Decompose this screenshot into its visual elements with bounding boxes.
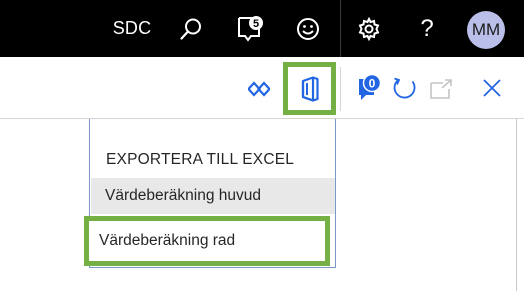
settings-button[interactable] [350, 0, 388, 57]
badge-count: 0 [369, 77, 376, 91]
content-border [516, 119, 517, 291]
top-navigation-bar: SDC 5 ? MM [0, 0, 524, 57]
menu-item-label: Värdeberäkning rad [99, 232, 236, 249]
settings-gear-icon [358, 16, 380, 41]
open-in-office-button[interactable] [283, 62, 336, 115]
menu-item-label: Värdeberäkning huvud [105, 187, 261, 204]
open-in-new-window-button[interactable] [428, 77, 454, 101]
company-selector[interactable]: SDC [104, 0, 160, 57]
actionbar-divider [340, 67, 341, 111]
notes-icon: 5 [238, 15, 263, 42]
notes-button[interactable]: 5 [232, 0, 268, 57]
notifications-button[interactable]: 0 [356, 73, 382, 101]
popout-icon [430, 79, 452, 99]
menu-item-vardeberakning-rad[interactable]: Värdeberäkning rad [84, 216, 330, 266]
refresh-button[interactable] [392, 75, 418, 101]
search-icon [180, 18, 201, 40]
search-button[interactable] [175, 0, 207, 57]
user-initials: MM [471, 20, 501, 39]
diamond-link-icon [248, 81, 270, 97]
dropdown-section-header: EXPORTERA TILL EXCEL [106, 151, 295, 168]
notes-count: 5 [253, 18, 259, 30]
feedback-smiley-icon [297, 17, 319, 40]
menu-item-vardeberakning-huvud[interactable]: Värdeberäkning huvud [91, 178, 335, 214]
close-button[interactable] [479, 75, 505, 101]
action-bar: 0 [0, 57, 524, 119]
topbar-divider [340, 0, 341, 57]
office-icon [301, 75, 319, 102]
refresh-icon [393, 77, 416, 99]
help-button[interactable]: ? [412, 0, 442, 57]
user-avatar[interactable]: MM [467, 11, 505, 49]
help-icon: ? [420, 14, 434, 42]
notification-badge-icon: 0 [359, 73, 382, 100]
close-icon [483, 79, 501, 97]
company-label: SDC [112, 18, 152, 38]
feedback-button[interactable] [290, 0, 326, 57]
link-button[interactable] [248, 79, 270, 99]
